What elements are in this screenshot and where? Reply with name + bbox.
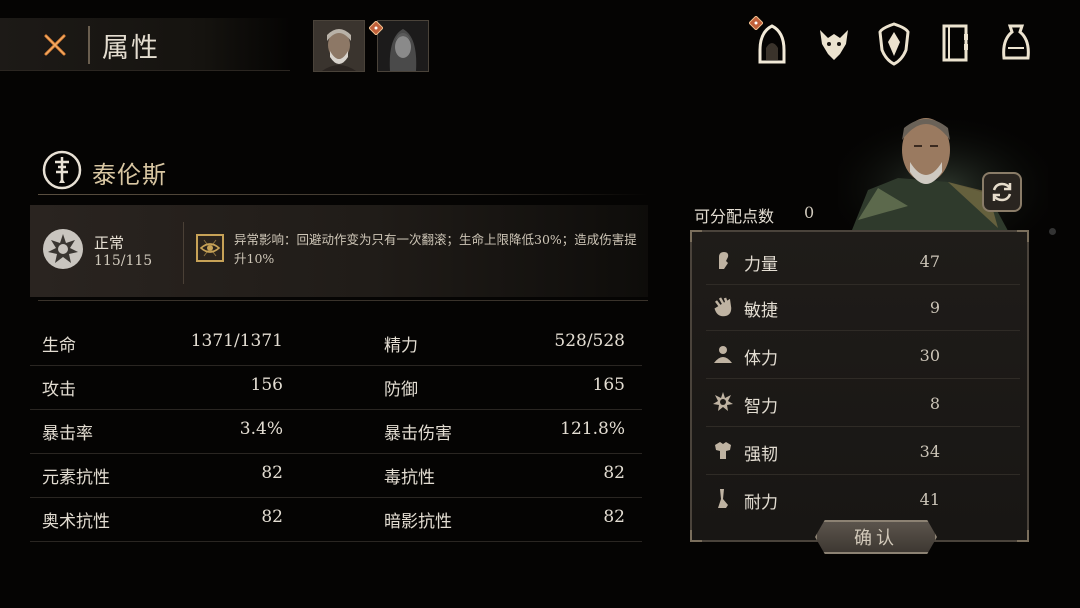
stat-value-attack: 156 — [250, 375, 283, 395]
stat-value-hp: 1371/1371 — [190, 331, 283, 351]
attribute-value: 34 — [919, 442, 940, 461]
stat-value-energy: 528/528 — [554, 331, 625, 351]
stat-value-poison-res: 82 — [603, 463, 625, 483]
attribute-label: 耐力 — [744, 493, 778, 513]
available-points-label: 可分配点数 — [694, 207, 775, 226]
attribute-row-toughness[interactable]: 强韧 34 — [706, 428, 1020, 475]
attribute-row-vitality[interactable]: 体力 30 — [706, 332, 1020, 379]
refresh-icon — [992, 182, 1012, 202]
attribute-label: 强韧 — [744, 445, 778, 465]
status-effect-text: 异常影响：回避动作变为只有一次翻滚；生命上限降低30%；造成伤害提升10% — [234, 232, 637, 266]
stat-label-hp: 生命 — [42, 336, 76, 356]
attribute-value: 30 — [919, 346, 940, 365]
stat-label-arcane-res: 奥术抗性 — [42, 512, 110, 532]
stat-label-poison-res: 毒抗性 — [384, 468, 435, 488]
stat-row: 奥术抗性 82 暗影抗性 82 — [30, 497, 642, 542]
bag-tab[interactable] — [994, 18, 1038, 68]
close-icon — [44, 34, 66, 56]
stat-value-shadow-res: 82 — [603, 507, 625, 527]
attribute-row-intelligence[interactable]: 智力 8 — [706, 380, 1020, 427]
attribute-label: 智力 — [744, 397, 778, 417]
class-emblem-icon — [42, 150, 82, 190]
stat-label-crit-damage: 暴击伤害 — [384, 424, 452, 444]
stat-value-crit-damage: 121.8% — [560, 419, 625, 439]
vitality-icon — [714, 346, 732, 363]
status-normal-icon — [42, 228, 84, 270]
status-divider — [38, 300, 648, 301]
page-title: 属性 — [102, 33, 160, 64]
toughness-icon — [715, 442, 731, 459]
stat-label-attack: 攻击 — [42, 380, 76, 400]
available-points-value: 0 — [804, 203, 815, 222]
attribute-value: 8 — [929, 394, 940, 413]
close-button[interactable] — [36, 28, 74, 62]
status-value: 115/115 — [94, 253, 153, 269]
attribute-row-strength[interactable]: 力量 47 — [706, 238, 1020, 285]
stat-label-shadow-res: 暗影抗性 — [384, 512, 452, 532]
attribute-value: 47 — [919, 252, 940, 271]
attribute-row-endurance[interactable]: 耐力 41 — [706, 476, 1020, 522]
attribute-value: 9 — [929, 298, 940, 317]
title-separator — [88, 26, 90, 64]
stat-row: 元素抗性 82 毒抗性 82 — [30, 453, 642, 498]
stat-row: 攻击 156 防御 165 — [30, 365, 642, 410]
stat-label-crit-rate: 暴击率 — [42, 424, 93, 444]
character-name: 泰伦斯 — [92, 161, 167, 189]
character-portrait-terrence[interactable] — [313, 20, 365, 72]
wolf-head-icon — [820, 30, 848, 60]
attribute-label: 体力 — [744, 349, 778, 369]
stat-label-defense: 防御 — [384, 380, 418, 400]
journal-tab[interactable] — [932, 18, 976, 68]
stat-label-elemental-res: 元素抗性 — [42, 468, 110, 488]
attribute-label: 敏捷 — [744, 301, 778, 321]
swap-character-button[interactable] — [982, 172, 1022, 212]
beast-tab[interactable] — [812, 18, 856, 68]
shield-emblem-icon — [878, 22, 910, 66]
hood-badge-icon — [748, 15, 764, 31]
stat-row: 暴击率 3.4% 暴击伤害 121.8% — [30, 409, 642, 454]
endurance-icon — [718, 489, 728, 508]
stat-row: 生命 1371/1371 精力 528/528 — [30, 321, 642, 366]
attribute-row-agility[interactable]: 敏捷 9 — [706, 284, 1020, 331]
pouch-icon — [1002, 24, 1030, 60]
character-portrait-female[interactable] — [377, 20, 429, 72]
talent-tab[interactable] — [872, 18, 916, 68]
panel-corner — [690, 530, 702, 542]
stat-value-defense: 165 — [592, 375, 625, 395]
attribute-value: 41 — [919, 490, 940, 509]
agility-icon — [714, 297, 732, 317]
notification-badge-icon — [368, 20, 384, 36]
strength-icon — [719, 252, 729, 269]
status-name: 正常 — [94, 234, 125, 252]
stat-value-crit-rate: 3.4% — [239, 419, 283, 439]
attribute-label: 力量 — [744, 255, 778, 275]
intelligence-icon — [713, 392, 733, 411]
status-effect-eye-icon — [196, 234, 224, 262]
book-icon — [942, 24, 968, 62]
panel-corner — [1017, 530, 1029, 542]
status-separator — [183, 222, 184, 284]
name-divider — [38, 194, 648, 195]
stat-value-arcane-res: 82 — [261, 507, 283, 527]
scroll-indicator — [1049, 228, 1056, 235]
stat-label-energy: 精力 — [384, 336, 418, 356]
panel-corner — [690, 230, 702, 242]
stat-value-elemental-res: 82 — [261, 463, 283, 483]
confirm-button[interactable]: 确认 — [815, 520, 937, 554]
